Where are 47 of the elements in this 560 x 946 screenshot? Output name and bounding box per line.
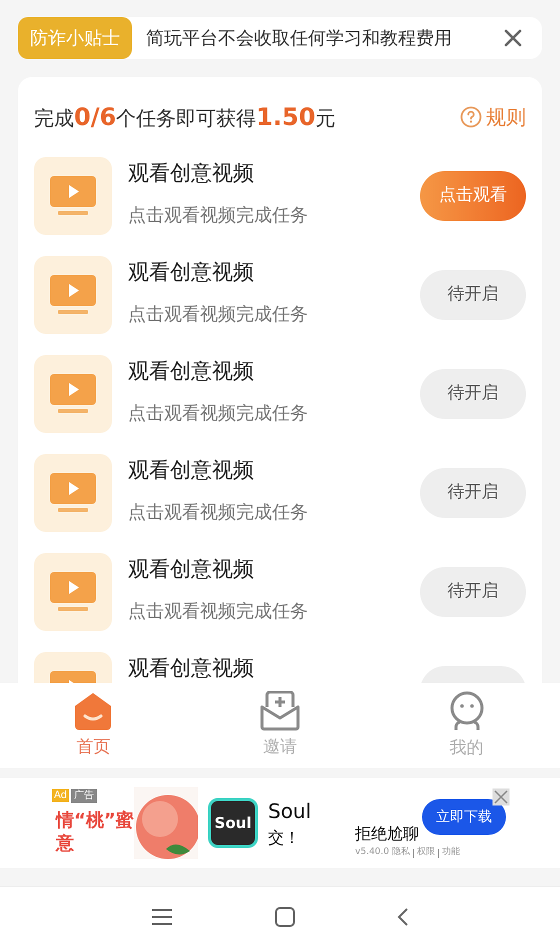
ad-slogan: 情“桃”蜜意 xyxy=(56,809,132,855)
notice-text: 简玩平台不会收取任何学习和教程费用 xyxy=(146,26,452,50)
task-description: 点击观看视频完成任务 xyxy=(128,402,308,426)
task-title: 观看创意视频 xyxy=(128,259,255,286)
task-description: 点击观看视频完成任务 xyxy=(128,204,308,228)
app-logo: Soul xyxy=(208,798,258,848)
task-title: 观看创意视频 xyxy=(128,160,255,187)
help-icon xyxy=(460,106,482,128)
menu-icon[interactable] xyxy=(151,908,173,926)
video-icon xyxy=(34,553,112,631)
ad-link[interactable]: 功能 xyxy=(442,846,460,860)
app-name: Soul xyxy=(268,798,312,825)
task-title: 观看创意视频 xyxy=(128,358,255,385)
home-button-icon[interactable] xyxy=(275,906,295,926)
video-icon xyxy=(34,157,112,235)
envelope-plus-icon xyxy=(259,690,301,731)
nav-tab[interactable]: 首页 xyxy=(0,690,187,760)
close-icon[interactable] xyxy=(492,788,510,806)
ad-label: 广告 xyxy=(71,789,98,803)
watch-button[interactable]: 点击观看 xyxy=(420,171,526,221)
nav-tab[interactable]: 我的 xyxy=(373,690,560,762)
ad-badge: Ad xyxy=(52,789,70,802)
nav-tab[interactable]: 邀请 xyxy=(186,690,374,760)
back-icon[interactable] xyxy=(397,906,409,926)
pending-button[interactable]: 待开启 xyxy=(420,369,526,419)
task-description: 点击观看视频完成任务 xyxy=(128,600,308,624)
video-icon xyxy=(34,454,112,532)
task-title: 观看创意视频 xyxy=(128,457,255,484)
task-title: 观看创意视频 xyxy=(128,655,254,682)
pending-button[interactable]: 待开启 xyxy=(420,468,526,518)
rules-link[interactable]: 规则 xyxy=(486,102,526,132)
ad-link[interactable]: 权限 xyxy=(417,846,436,860)
progress-text: 完成0/6个任务即可获得1.50元 xyxy=(34,102,336,133)
video-icon xyxy=(34,256,112,334)
pending-button[interactable]: 待开启 xyxy=(420,567,526,617)
ad-link[interactable]: 隐私 xyxy=(392,846,410,860)
app-description: 交！ xyxy=(268,827,301,849)
pending-button[interactable]: 待开启 xyxy=(420,270,526,320)
task-title: 观看创意视频 xyxy=(128,556,255,583)
close-icon[interactable] xyxy=(504,29,522,47)
video-icon xyxy=(34,355,112,433)
ad-headline: 拒绝尬聊 xyxy=(355,823,420,846)
version-text: v5.40.0 xyxy=(355,846,390,860)
notice-tag: 防诈小贴士 xyxy=(18,17,132,59)
download-button[interactable]: 立即下载 xyxy=(422,799,506,835)
task-description: 点击观看视频完成任务 xyxy=(128,500,308,524)
task-description: 点击观看视频完成任务 xyxy=(128,302,308,326)
